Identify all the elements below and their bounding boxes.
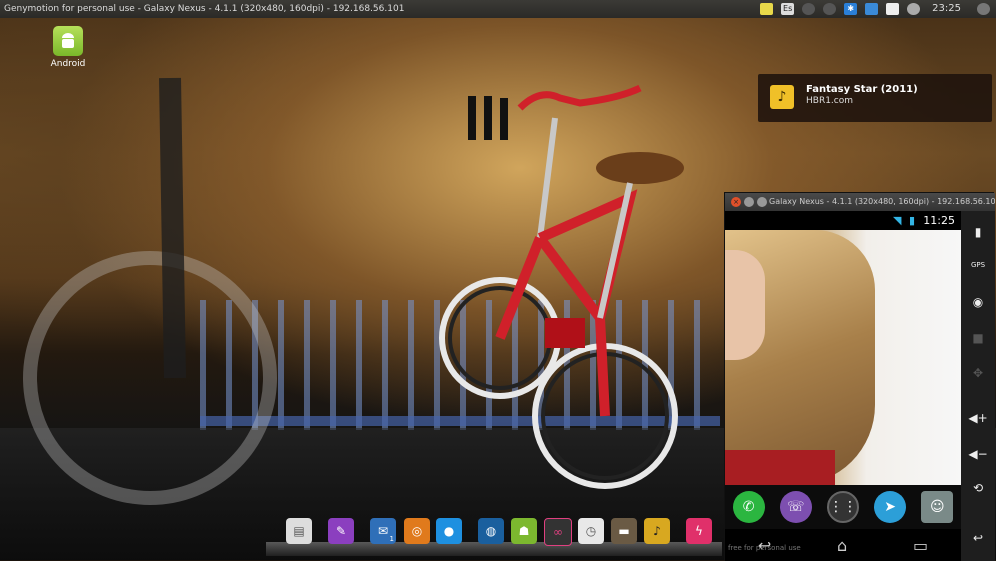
portrait-shirt <box>725 450 835 485</box>
home-wallpaper-photo <box>725 230 961 485</box>
desktop-icon-android[interactable]: Android <box>46 26 90 69</box>
home-icon[interactable]: ⌂ <box>837 536 847 555</box>
battery-icon: ▮ <box>909 214 916 227</box>
keyboard-layout-icon[interactable]: Es <box>781 3 795 15</box>
recent-apps-icon[interactable]: ▭ <box>913 536 928 555</box>
whatsapp-icon[interactable]: ✆ <box>732 491 765 523</box>
emulator-side-toolbar: ▮ GPS ◉ ■ ✥ ◀+ ◀− ⟲ ↩ <box>961 211 995 561</box>
glasses-icon[interactable]: ∞ <box>544 518 572 546</box>
dropbox-icon[interactable] <box>865 3 879 15</box>
launcher-dock: ▤ ✎ ✉ 1 ◎ ● ◍ ☗ ∞ ◷ ▬ ♪ ϟ free for person… <box>266 512 801 560</box>
emulator-titlebar[interactable]: × Galaxy Nexus - 4.1.1 (320x480, 160dpi)… <box>725 193 996 211</box>
music-notification[interactable]: ♪ Fantasy Star (2011) HBR1.com <box>758 74 992 122</box>
panel-clock[interactable]: 23:25 <box>932 0 961 18</box>
maximize-icon[interactable] <box>757 197 767 207</box>
top-panel-bar: Genymotion for personal use - Galaxy Nex… <box>0 0 996 18</box>
clock-icon[interactable]: ◷ <box>578 518 604 544</box>
emulator-title: Galaxy Nexus - 4.1.1 (320x480, 160dpi) -… <box>769 197 996 206</box>
notification-subtitle: HBR1.com <box>806 96 854 106</box>
app-drawer-icon[interactable]: ⋮⋮ <box>826 491 859 523</box>
wifi-icon: ◥ <box>893 214 902 227</box>
android-icon <box>53 26 83 56</box>
desktop-icon-label: Android <box>50 59 86 69</box>
android-clock: 11:25 <box>923 214 955 227</box>
screencast-icon[interactable]: ■ <box>961 331 995 345</box>
brush-icon[interactable]: ✎ <box>328 518 354 544</box>
camera-widget-icon[interactable]: ◉ <box>961 295 995 309</box>
notes-icon[interactable]: ▤ <box>286 518 312 544</box>
battery-widget-icon[interactable]: ▮ <box>961 225 995 239</box>
watermark-text: free for personal use <box>728 544 801 552</box>
gps-widget-icon[interactable]: GPS <box>961 261 995 269</box>
android-screen[interactable]: ◥ ▮ 11:25 ✆ ☏ ⋮⋮ ➤ ☺ ↩ ⌂ ▭ <box>725 211 961 561</box>
power-icon[interactable] <box>977 3 990 15</box>
flash-icon[interactable]: ϟ <box>686 518 712 544</box>
globe-icon[interactable]: ◍ <box>478 518 504 544</box>
network-icon[interactable] <box>802 3 816 15</box>
minimize-icon[interactable] <box>744 197 754 207</box>
android-status-bar: ◥ ▮ 11:25 <box>725 211 961 230</box>
gps-widget-label: GPS <box>970 261 986 269</box>
dock-shelf <box>266 542 722 556</box>
telegram-icon[interactable]: ➤ <box>874 491 907 523</box>
viber-icon[interactable]: ☏ <box>779 491 812 523</box>
coins-icon[interactable]: ◎ <box>404 518 430 544</box>
portrait-face <box>725 250 765 360</box>
emulator-window: × Galaxy Nexus - 4.1.1 (320x480, 160dpi)… <box>724 192 996 561</box>
notification-title: Fantasy Star (2011) <box>806 84 918 95</box>
mail-badge: 1 <box>389 535 394 543</box>
dpad-icon[interactable]: ✥ <box>961 366 995 380</box>
android-launcher-icon[interactable]: ☗ <box>511 518 537 544</box>
android-dock: ✆ ☏ ⋮⋮ ➤ ☺ <box>725 485 961 529</box>
chat-icon[interactable]: ● <box>436 518 462 544</box>
music-icon[interactable]: ♪ <box>644 518 670 544</box>
volume-icon[interactable] <box>907 3 921 15</box>
close-icon[interactable]: × <box>731 197 741 207</box>
files-icon[interactable]: ▬ <box>611 518 637 544</box>
mail-icon[interactable]: ✉ 1 <box>370 518 396 544</box>
music-note-icon: ♪ <box>770 85 794 109</box>
keyboard-layout-label: Es <box>783 4 793 13</box>
system-tray: Es ✱ 23:25 <box>752 0 996 18</box>
rotate-icon[interactable]: ⟲ <box>961 481 995 495</box>
volume-down-icon[interactable]: ◀− <box>961 447 995 461</box>
talking-tom-icon[interactable]: ☺ <box>921 491 954 523</box>
checklist-icon[interactable] <box>886 3 900 15</box>
notes-tray-icon[interactable] <box>760 3 774 15</box>
settings-tray-icon[interactable] <box>823 3 837 15</box>
volume-up-icon[interactable]: ◀+ <box>961 411 995 425</box>
bluetooth-icon[interactable]: ✱ <box>844 3 858 15</box>
window-title: Genymotion for personal use - Galaxy Nex… <box>4 4 405 14</box>
back-side-icon[interactable]: ↩ <box>961 531 995 545</box>
